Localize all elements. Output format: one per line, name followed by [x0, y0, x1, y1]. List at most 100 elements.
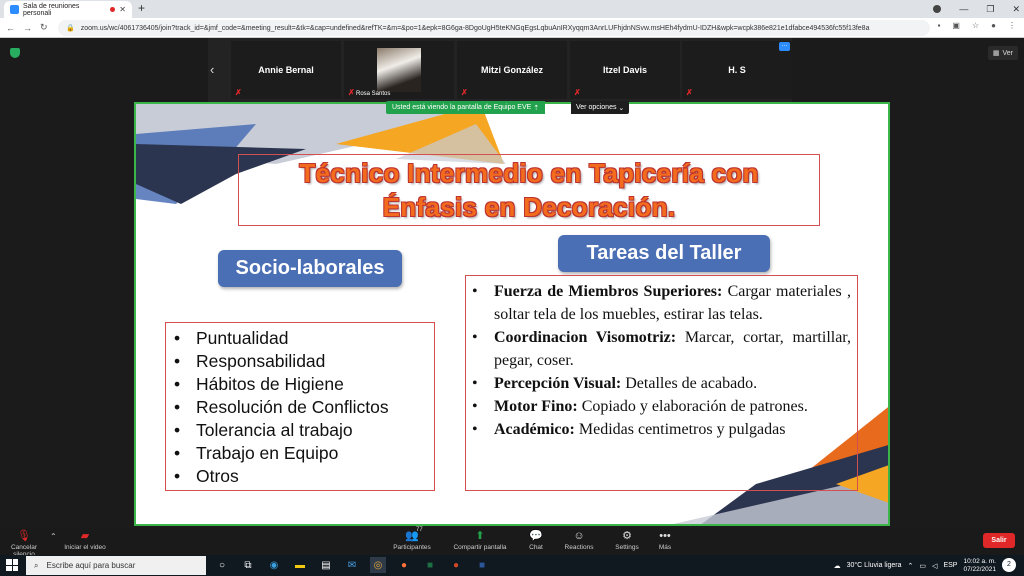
share-screen-label: Compartir pantalla	[453, 544, 507, 551]
muted-mic-icon: 🎙	[17, 530, 31, 542]
profile-icon[interactable]	[933, 5, 942, 13]
gear-icon: ⚙	[622, 530, 632, 542]
browser-tab[interactable]: Sala de reuniones personali ✕	[4, 1, 132, 18]
edge-icon[interactable]: ◉	[266, 557, 282, 573]
tray-chevron-icon[interactable]: ⌃	[908, 562, 914, 570]
word-icon[interactable]: ■	[474, 557, 490, 573]
participants-label: Participantes	[393, 544, 431, 551]
network-icon[interactable]: ▭	[919, 562, 926, 570]
share-screen-icon: ⬆	[475, 530, 485, 542]
list-item: • Otros	[174, 466, 239, 486]
reactions-button[interactable]: ☺ Reactions	[563, 528, 595, 551]
reactions-label: Reactions	[564, 544, 594, 551]
list-item: • Tolerancia al trabajo	[174, 420, 353, 440]
weather-icon[interactable]: ☁	[834, 562, 841, 570]
minimize-button[interactable]: —	[959, 4, 968, 14]
file-explorer-icon[interactable]: ▬	[292, 557, 308, 573]
clock[interactable]: 10:02 a. m. 07/22/2021	[963, 558, 996, 574]
camera-icon[interactable]: ▪	[938, 21, 941, 30]
muted-mic-icon: ✗	[461, 88, 468, 97]
share-screen-button[interactable]: ⬆ Compartir pantalla	[450, 528, 510, 551]
participants-button[interactable]: 👥 77 Participantes	[390, 527, 434, 551]
maximize-button[interactable]: ❐	[986, 4, 994, 15]
encryption-shield-icon[interactable]	[10, 48, 20, 58]
reload-icon[interactable]: ↻	[40, 22, 48, 33]
store-icon[interactable]: ▤	[318, 557, 334, 573]
menu-kebab-icon[interactable]: ⋮	[1008, 21, 1016, 30]
more-button[interactable]: ••• Más	[654, 528, 676, 551]
system-tray: ☁ 30°C Lluvia ligera ⌃ ▭ ◁ ESP 10:02 a. …	[834, 555, 996, 576]
recording-dot-icon	[110, 7, 116, 12]
excel-icon[interactable]: ■	[422, 557, 438, 573]
start-video-label: Iniciar el video	[64, 544, 106, 551]
new-tab-button[interactable]: +	[138, 1, 145, 15]
filmstrip-menu-icon[interactable]: …	[779, 42, 790, 51]
address-bar-row: ← → ↻ 🔒 zoom.us/wc/4061736405/join?track…	[0, 18, 1024, 38]
chrome-icon[interactable]: ◎	[370, 557, 386, 573]
url-text: zoom.us/wc/4061736405/join?track_id=&jmf…	[80, 24, 870, 32]
chat-label: Chat	[529, 544, 543, 551]
url-input[interactable]: 🔒 zoom.us/wc/4061736405/join?track_id=&j…	[58, 20, 930, 36]
windows-start-icon[interactable]	[6, 559, 18, 571]
chat-button[interactable]: 💬 Chat	[524, 528, 548, 551]
filmstrip-prev-icon[interactable]: ‹	[210, 62, 214, 77]
slide-title-box: Técnico Intermedio en Tapicería con Énfa…	[238, 154, 820, 226]
participant-name: Annie Bernal	[258, 65, 314, 75]
participant-name: H. S	[728, 65, 746, 75]
taskbar-search-input[interactable]: ⌕ Escribe aquí para buscar	[26, 556, 206, 575]
window-controls: — ❐ ✕	[933, 0, 1020, 18]
view-options-button[interactable]: Ver opciones ⌄	[571, 101, 630, 114]
socio-laborales-heading: Socio-laborales	[218, 250, 402, 287]
bookmark-star-icon[interactable]: ☆	[972, 21, 979, 30]
task-view-icon[interactable]: ⧉	[240, 557, 256, 573]
slide-title-line-2: Énfasis en Decoración.	[382, 192, 676, 222]
start-video-button[interactable]: ▰ Iniciar el video	[62, 528, 108, 551]
list-item: • Motor Fino: Copiado y elaboración de pa…	[472, 398, 808, 415]
audio-options-chevron-icon[interactable]: ⌃	[50, 532, 57, 541]
volume-icon[interactable]: ◁	[932, 562, 937, 570]
list-item: • Percepción Visual: Detalles de acabado.	[472, 375, 758, 392]
browser-tab-bar: Sala de reuniones personali ✕ + — ❐ ✕	[0, 0, 1024, 18]
leave-button[interactable]: Salir	[983, 533, 1015, 548]
zoom-favicon-icon	[10, 5, 19, 14]
view-options-label: Ver opciones	[576, 104, 617, 111]
tab-close-icon[interactable]: ✕	[119, 5, 126, 14]
list-item: • Hábitos de Higiene	[174, 374, 344, 394]
list-item: • Coordinacion Visomotriz: Marcar, cortar…	[472, 329, 851, 369]
list-item: • Fuerza de Miembros Superiores: Cargar m…	[472, 283, 851, 323]
view-button[interactable]: ▦ Ver	[987, 46, 1018, 60]
participant-tile[interactable]: Annie Bernal ✗	[231, 41, 341, 99]
participant-tile[interactable]: Itzel Davis ✗	[570, 41, 680, 99]
participant-tile[interactable]: Mitzi González ✗	[457, 41, 567, 99]
participant-video	[377, 48, 421, 92]
participant-name: Rosa Santos	[356, 91, 391, 97]
firefox-icon[interactable]: ●	[396, 557, 412, 573]
weather-text[interactable]: 30°C Lluvia ligera	[847, 562, 902, 569]
chat-icon: 💬	[529, 530, 543, 542]
powerpoint-icon[interactable]: ●	[448, 557, 464, 573]
mail-icon[interactable]: ✉	[344, 557, 360, 573]
close-window-button[interactable]: ✕	[1012, 4, 1020, 15]
chevron-down-icon: ⌄	[616, 104, 625, 112]
participant-name: Itzel Davis	[602, 65, 648, 75]
language-indicator[interactable]: ESP	[943, 562, 957, 569]
muted-mic-icon: ✗	[686, 88, 693, 97]
search-icon: ⌕	[34, 560, 39, 570]
participant-tile[interactable]: H. S ✗	[682, 41, 792, 99]
meeting-toolbar	[0, 528, 1024, 555]
search-placeholder: Escribe aquí para buscar	[46, 561, 136, 570]
translate-icon[interactable]: ▣	[952, 21, 960, 30]
account-icon[interactable]: ●	[991, 21, 996, 30]
clock-date: 07/22/2021	[963, 565, 996, 573]
tareas-taller-list: • Fuerza de Miembros Superiores: Cargar m…	[465, 275, 858, 491]
participant-tile[interactable]: ✗ Rosa Santos	[344, 41, 454, 99]
forward-icon[interactable]: →	[23, 23, 32, 33]
notification-icon[interactable]: 2	[1002, 558, 1016, 572]
back-icon[interactable]: ←	[6, 23, 15, 33]
cortana-icon[interactable]: ○	[214, 557, 230, 573]
settings-button[interactable]: ⚙ Settings	[612, 528, 642, 551]
muted-mic-icon: ✗	[235, 88, 242, 97]
unmute-button[interactable]: 🎙 Cancelar silencio	[0, 528, 48, 558]
grid-view-icon: ▦	[992, 50, 1000, 57]
muted-mic-icon: ✗	[574, 88, 581, 97]
